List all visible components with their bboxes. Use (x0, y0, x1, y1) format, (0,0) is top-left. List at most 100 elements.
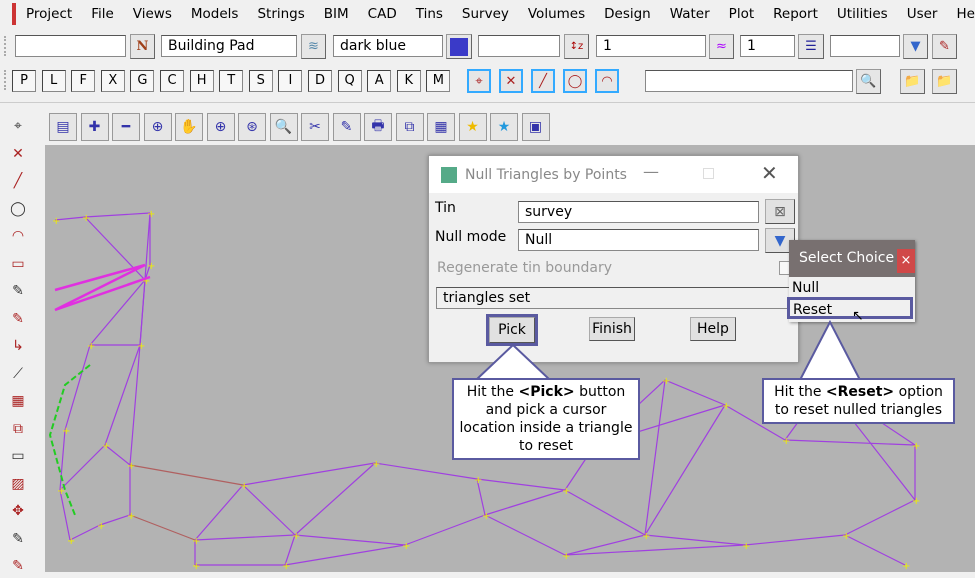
menu-file[interactable]: File (91, 6, 114, 22)
snap-g-button[interactable]: G (130, 70, 155, 92)
snap-t-button[interactable]: T (219, 70, 244, 92)
menu-utilities[interactable]: Utilities (837, 6, 888, 22)
snap-i-button[interactable]: I (278, 70, 303, 92)
left-tool-icon[interactable]: ⧉ (5, 417, 31, 441)
left-tool-icon[interactable]: ✎ (5, 307, 31, 331)
colour-field[interactable]: dark blue (333, 35, 443, 57)
left-tool-icon[interactable]: ◠ (5, 224, 31, 248)
z-icon[interactable]: ↕z (564, 34, 589, 59)
view-tool-icon[interactable]: ━ (112, 113, 140, 141)
weight-field[interactable]: 1 (596, 35, 706, 57)
tin-select-icon[interactable]: ⊠ (765, 199, 795, 224)
cross-snap-icon[interactable]: ✕ (499, 69, 523, 93)
snap-f-button[interactable]: F (71, 70, 96, 92)
menu-models[interactable]: Models (191, 6, 239, 22)
view-tool-icon[interactable]: ✚ (80, 113, 109, 141)
left-tool-icon[interactable]: ╱ (5, 169, 31, 193)
left-tool-icon[interactable]: ✥ (5, 499, 31, 523)
close-button[interactable]: ✕ (761, 161, 778, 185)
view-tool-icon[interactable]: ▣ (521, 113, 550, 141)
snap-l-button[interactable]: L (41, 70, 66, 92)
maximize-button[interactable] (703, 168, 714, 179)
model-field[interactable]: Building Pad (161, 35, 297, 57)
menu-water[interactable]: Water (670, 6, 710, 22)
linestyle-field[interactable]: 1 (740, 35, 795, 57)
menu-user[interactable]: User (907, 6, 938, 22)
menu-volumes[interactable]: Volumes (528, 6, 585, 22)
line-weight-icon[interactable]: ☰ (798, 34, 824, 59)
left-tool-icon[interactable]: ⟋ (5, 362, 31, 386)
view-tool-icon[interactable]: 🖶 (364, 113, 392, 141)
eyedropper-icon[interactable]: ✎ (932, 34, 957, 59)
view-tool-icon[interactable]: ★ (458, 113, 487, 141)
line-snap-icon[interactable]: ╱ (531, 69, 555, 93)
circle-snap-icon[interactable]: ◯ (563, 69, 587, 93)
arc-snap-icon[interactable]: ◠ (595, 69, 619, 93)
left-tool-icon[interactable]: ▨ (5, 472, 31, 496)
folder-icon[interactable]: 📁 (900, 69, 925, 94)
menu-plot[interactable]: Plot (729, 6, 754, 22)
minimize-button[interactable]: — (643, 162, 659, 181)
name-field[interactable] (15, 35, 126, 57)
null-mode-field[interactable]: Null (518, 229, 759, 251)
search-input[interactable] (645, 70, 853, 92)
snap-a-button[interactable]: A (367, 70, 392, 92)
view-tool-icon[interactable]: ⊕ (206, 113, 235, 141)
option-null[interactable]: Null (789, 277, 915, 297)
search-icon[interactable]: 🔍 (856, 69, 881, 94)
left-tool-icon[interactable]: ✕ (5, 142, 31, 166)
menu-help[interactable]: Help (956, 6, 975, 22)
view-tool-icon[interactable]: ★ (490, 113, 518, 141)
snap-k-button[interactable]: K (396, 70, 421, 92)
view-tool-icon[interactable]: ⧉ (395, 113, 424, 141)
view-tool-icon[interactable]: ✂ (301, 113, 329, 141)
view-tool-icon[interactable]: ▤ (49, 113, 77, 141)
left-tool-icon[interactable]: ⌖ (5, 114, 31, 138)
snap-c-button[interactable]: C (160, 70, 184, 92)
popup-close-button[interactable]: × (897, 249, 915, 273)
snap-m-button[interactable]: M (426, 70, 451, 92)
dropdown-icon[interactable]: ▼ (903, 34, 928, 59)
folder-icon[interactable]: 📁 (932, 69, 957, 94)
menu-survey[interactable]: Survey (462, 6, 509, 22)
menu-report[interactable]: Report (773, 6, 818, 22)
menu-project[interactable]: Project (26, 6, 72, 22)
pick-button[interactable]: Pick (486, 314, 538, 346)
snap-x-button[interactable]: X (100, 70, 125, 92)
left-tool-icon[interactable]: ✎ (5, 527, 31, 551)
view-tool-icon[interactable]: ✎ (332, 113, 361, 141)
menu-tins[interactable]: Tins (416, 6, 443, 22)
view-tool-icon[interactable]: ⊛ (238, 113, 266, 141)
snap-d-button[interactable]: D (308, 70, 332, 92)
z-field[interactable] (478, 35, 560, 57)
tin-field[interactable]: survey (518, 201, 759, 223)
help-button[interactable]: Help (690, 317, 736, 341)
menu-views[interactable]: Views (133, 6, 172, 22)
colour-button[interactable] (446, 34, 472, 59)
snap-h-button[interactable]: H (189, 70, 214, 92)
left-tool-icon[interactable]: ◯ (5, 197, 31, 221)
snap-p-button[interactable]: P (12, 70, 36, 92)
view-tool-icon[interactable]: ✋ (175, 113, 203, 141)
menu-bim[interactable]: BIM (324, 6, 349, 22)
option-reset[interactable]: Reset (787, 297, 913, 319)
finish-button[interactable]: Finish (589, 317, 635, 341)
menu-strings[interactable]: Strings (257, 6, 304, 22)
view-tool-icon[interactable]: ▦ (427, 113, 455, 141)
menu-design[interactable]: Design (604, 6, 651, 22)
model-layers-button[interactable]: ≋ (301, 34, 326, 59)
left-tool-icon[interactable]: ↳ (5, 334, 31, 358)
left-tool-icon[interactable]: ▭ (5, 444, 31, 468)
left-tool-icon[interactable]: ▭ (5, 252, 31, 276)
left-tool-icon[interactable]: ▦ (5, 389, 31, 413)
left-tool-icon[interactable]: ✎ (5, 279, 31, 303)
extra-field[interactable] (830, 35, 900, 57)
snap-s-button[interactable]: S (248, 70, 273, 92)
menu-cad[interactable]: CAD (368, 6, 397, 22)
name-button[interactable]: N (130, 34, 155, 59)
view-tool-icon[interactable]: ⊕ (143, 113, 172, 141)
linestyle-icon[interactable]: ≈ (709, 34, 734, 59)
point-snap-icon[interactable]: ⌖ (467, 69, 491, 93)
view-tool-icon[interactable]: 🔍 (269, 113, 298, 141)
snap-q-button[interactable]: Q (337, 70, 362, 92)
